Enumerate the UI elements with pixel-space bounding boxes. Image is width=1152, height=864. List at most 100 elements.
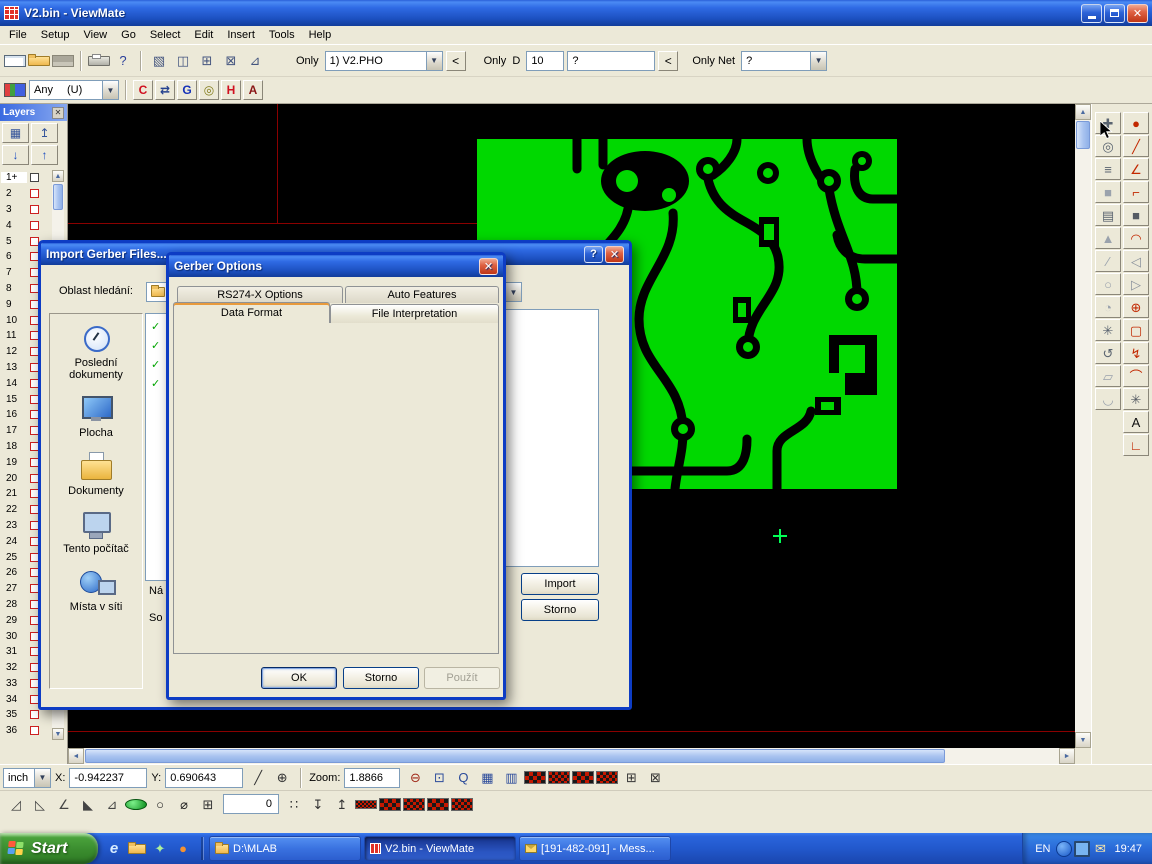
menu-item[interactable]: View xyxy=(76,27,114,43)
dcode-h-icon[interactable]: H xyxy=(221,80,241,100)
tab-rs274x-options[interactable]: RS274-X Options xyxy=(177,286,343,303)
tab-data-format[interactable]: Data Format xyxy=(173,302,330,323)
measure-tri2-icon[interactable]: ◺ xyxy=(29,793,51,815)
layer-row[interactable]: 1+ xyxy=(1,170,51,186)
check-icon[interactable]: ✓ xyxy=(151,359,160,371)
tray-monitor-icon[interactable] xyxy=(1074,841,1090,857)
pad-checker-dark2-icon[interactable] xyxy=(451,798,473,811)
measure-angle-icon[interactable]: ∠ xyxy=(53,793,75,815)
filled-square-icon[interactable]: ■ xyxy=(1095,181,1121,203)
menu-item[interactable]: Select xyxy=(143,27,188,43)
tray-mail-icon[interactable]: ✉ xyxy=(1092,841,1108,857)
draw-ortho-icon[interactable]: ⌐ xyxy=(1123,181,1149,203)
layer-row[interactable]: 2 xyxy=(1,186,51,202)
target-olive-icon[interactable]: ◎ xyxy=(199,80,219,100)
menu-item[interactable]: File xyxy=(2,27,34,43)
origin-target-icon[interactable]: ⊕ xyxy=(271,767,293,789)
grid-window-icon[interactable]: ⊞ xyxy=(196,50,218,72)
parallelogram-icon[interactable]: ▱ xyxy=(1095,365,1121,387)
select-frame-icon[interactable]: ▧ xyxy=(148,50,170,72)
only-dcode-label[interactable]: Only D xyxy=(481,55,524,67)
probe-circle-icon[interactable]: ○ xyxy=(149,793,171,815)
layers-close-button[interactable]: ✕ xyxy=(52,107,64,119)
place-item[interactable]: Poslední dokumenty xyxy=(53,324,139,381)
triangle-gray-icon[interactable]: ▲ xyxy=(1095,227,1121,249)
draw-pad-icon[interactable]: ● xyxy=(1123,112,1149,134)
dialog-close-button[interactable]: ✕ xyxy=(479,258,498,275)
canvas-vscrollbar[interactable]: ▲ ▼ xyxy=(1075,104,1091,748)
move-up-icon[interactable]: ↑ xyxy=(31,145,58,165)
measure-tri-icon[interactable]: ⊿ xyxy=(244,50,266,72)
ruler-h-icon[interactable]: ▤ xyxy=(1095,204,1121,226)
task-button[interactable]: V2.bin - ViewMate xyxy=(364,836,516,861)
pan-cross-icon[interactable]: ✚ xyxy=(1095,112,1121,134)
tab-file-interpretation[interactable]: File Interpretation xyxy=(330,304,499,323)
scroll-down-button[interactable]: ▼ xyxy=(52,728,64,740)
layer-color-swatch[interactable] xyxy=(30,189,39,198)
dcode-count-field[interactable]: 0 xyxy=(223,794,279,814)
layer-filter-combo[interactable]: 1) V2.PHO ▼ xyxy=(325,51,443,71)
dcode-filter-input[interactable]: 10 xyxy=(526,51,564,71)
grid-close-icon[interactable]: ⊠ xyxy=(220,50,242,72)
zoom-q-icon[interactable]: Q xyxy=(452,767,474,789)
check-icon[interactable]: ✓ xyxy=(151,321,160,333)
tab-auto-features[interactable]: Auto Features xyxy=(345,286,499,303)
storno-button[interactable]: Storno xyxy=(343,667,419,689)
open-file-icon[interactable] xyxy=(28,56,50,66)
scrollbar-thumb[interactable] xyxy=(85,749,945,763)
burst-icon[interactable]: ✳ xyxy=(1123,388,1149,410)
menu-item[interactable]: Go xyxy=(114,27,143,43)
measure-arc-icon[interactable]: ⊿ xyxy=(101,793,123,815)
menu-item[interactable]: Insert xyxy=(220,27,262,43)
previous-layer-button[interactable]: < xyxy=(446,51,466,71)
scroll-right-button[interactable]: ► xyxy=(1059,748,1075,764)
layer-color-swatch[interactable] xyxy=(30,173,39,182)
anchor-down-icon[interactable]: ↧ xyxy=(307,793,329,815)
restore-button[interactable] xyxy=(1104,4,1125,23)
layer-row[interactable]: 3 xyxy=(1,202,51,218)
folder-window-icon[interactable] xyxy=(128,844,146,854)
help-pointer-icon[interactable]: ? xyxy=(112,50,134,72)
ok-button[interactable]: OK xyxy=(261,667,337,689)
dropdown-arrow-icon[interactable]: ▼ xyxy=(34,769,50,787)
layers-panel-titlebar[interactable]: Layers ✕ xyxy=(0,104,67,121)
tray-circle-icon[interactable] xyxy=(1056,841,1072,857)
pad-checker-dark2-icon[interactable] xyxy=(596,771,618,784)
pad-checker-red2-icon[interactable] xyxy=(572,771,594,784)
help-button[interactable]: ? xyxy=(584,246,603,263)
grid-x-icon[interactable]: ⊠ xyxy=(644,767,666,789)
table-grid-icon[interactable]: ⊞ xyxy=(197,793,219,815)
firefox-icon[interactable]: ● xyxy=(174,838,192,860)
pie-icon[interactable]: ◔ xyxy=(1095,296,1121,318)
dropdown-arrow-icon[interactable]: ▼ xyxy=(102,81,118,99)
layer-color-swatch[interactable] xyxy=(30,710,39,719)
dcode-a-icon[interactable]: A xyxy=(243,80,263,100)
check-icon[interactable]: ✓ xyxy=(151,340,160,352)
pad-checker-dark-icon[interactable] xyxy=(548,771,570,784)
place-item[interactable]: Tento počítač xyxy=(53,510,139,555)
draw-rect-icon[interactable]: ▢ xyxy=(1123,319,1149,341)
storno-button[interactable]: Storno xyxy=(521,599,599,621)
menu-item[interactable]: Tools xyxy=(262,27,302,43)
canvas-hscrollbar[interactable]: ◄ ► xyxy=(68,748,1075,764)
scroll-up-button[interactable]: ▲ xyxy=(52,170,64,182)
menu-item[interactable]: Edit xyxy=(187,27,220,43)
place-item[interactable]: Místa v síti xyxy=(53,568,139,613)
triangle-left-icon[interactable]: ◁ xyxy=(1123,250,1149,272)
draw-square-icon[interactable]: ■ xyxy=(1123,204,1149,226)
probe-diameter-icon[interactable]: ⌀ xyxy=(173,793,195,815)
gear-icon[interactable]: ✳ xyxy=(1095,319,1121,341)
draw-line-icon[interactable]: ╱ xyxy=(1123,135,1149,157)
grid-blue-icon[interactable]: ▦ xyxy=(476,767,498,789)
apply-button[interactable]: Použít xyxy=(424,667,500,689)
place-item[interactable]: Dokumenty xyxy=(53,452,139,497)
dcode-c-icon[interactable]: C xyxy=(133,80,153,100)
start-button[interactable]: Start xyxy=(0,833,98,864)
dropdown-arrow-icon[interactable]: ▼ xyxy=(426,52,442,70)
mini-checker-icon[interactable] xyxy=(355,800,377,809)
layer-color-swatch[interactable] xyxy=(30,221,39,230)
scrollbar-thumb[interactable] xyxy=(53,184,63,210)
text-a-icon[interactable]: A xyxy=(1123,411,1149,433)
place-item[interactable]: Plocha xyxy=(53,394,139,439)
language-indicator[interactable]: EN xyxy=(1035,843,1050,855)
